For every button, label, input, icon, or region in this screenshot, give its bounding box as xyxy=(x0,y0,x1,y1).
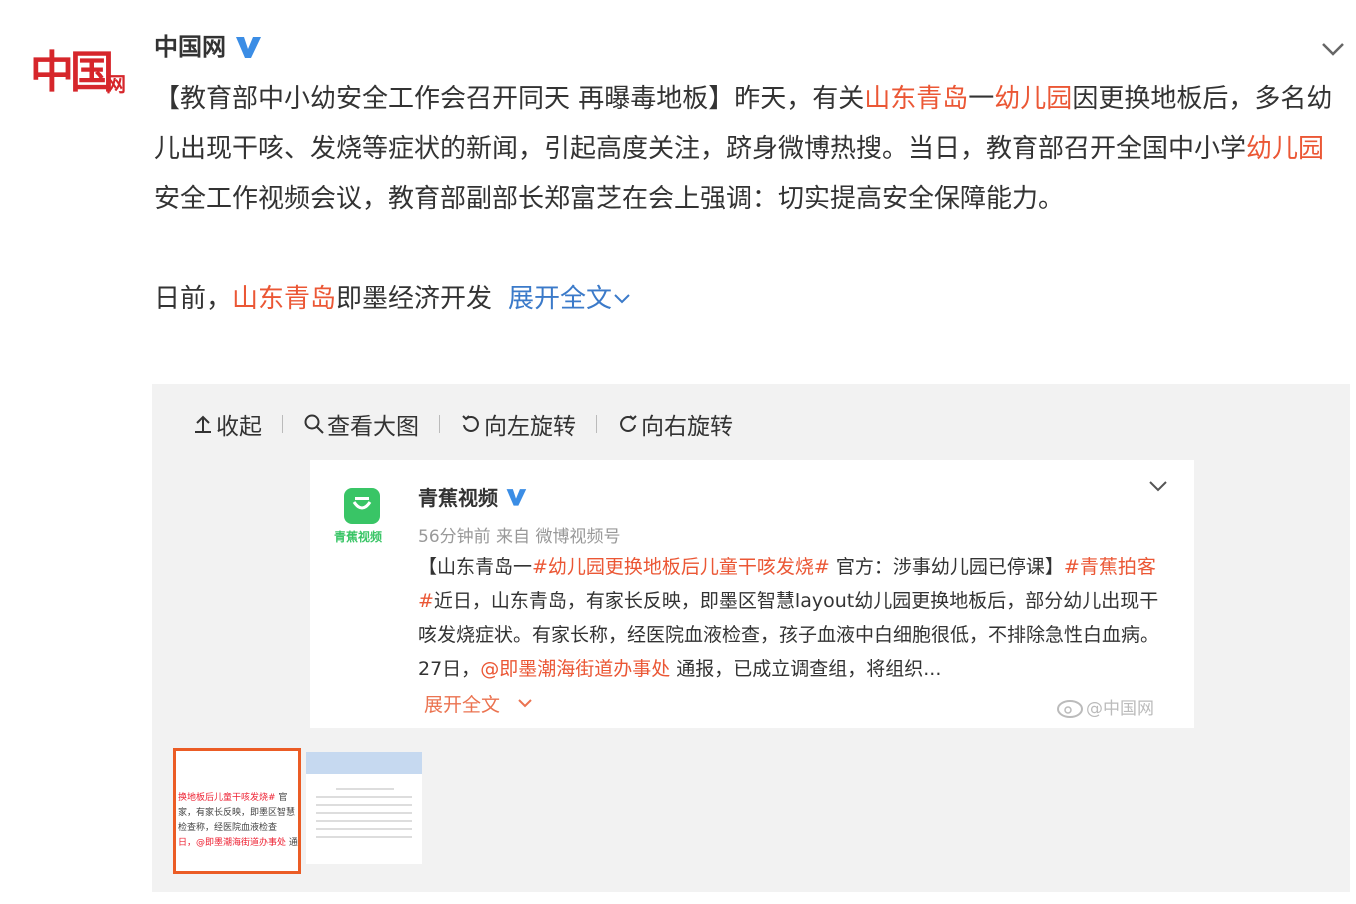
expand-chevron-icon xyxy=(614,294,630,304)
qingjiao-logo-label: 青蕉视频 xyxy=(334,530,383,544)
expand-full-text-link[interactable]: 展开全文 xyxy=(508,284,632,314)
search-icon xyxy=(304,414,324,434)
topic-hashtag[interactable]: #幼儿园更换地板后儿童干咳发烧# xyxy=(532,556,830,578)
thumbnail-2[interactable] xyxy=(306,752,422,864)
toolbar-divider xyxy=(596,415,597,433)
post-paragraph-1: 【教育部中小幼安全工作会召开同天 再曝毒地板】昨天，有关山东青岛一幼儿园因更换地… xyxy=(154,84,1333,214)
post-author[interactable]: 中国网 xyxy=(154,30,262,64)
qingjiao-logo-icon xyxy=(352,497,372,510)
rotate-left-button[interactable]: 向左旋转 xyxy=(460,407,576,441)
watermark: @中国网 xyxy=(1056,694,1154,719)
thumb-text-line: 检查称，经医院血液检查 xyxy=(178,823,278,833)
embedded-weibo-card[interactable]: 青蕉视频 青蕉视频 56分钟前 来自 微博视频号 【山东青岛一#幼儿园更换地板后… xyxy=(310,460,1194,728)
highlight-shandong-qingdao[interactable]: 山东青岛 xyxy=(864,84,968,114)
rotate-right-icon xyxy=(620,415,637,432)
embedded-expand-link[interactable]: 展开全文 xyxy=(424,690,536,717)
chevron-down-icon[interactable] xyxy=(1318,34,1348,64)
weibo-icon xyxy=(1057,699,1083,718)
chevron-down-icon[interactable] xyxy=(1146,474,1170,498)
embedded-account-name[interactable]: 青蕉视频 xyxy=(418,482,528,511)
highlight-shandong-qingdao-2[interactable]: 山东青岛 xyxy=(232,284,336,314)
thumb-header-bar xyxy=(306,752,422,774)
highlight-kindergarten[interactable]: 幼儿园 xyxy=(994,84,1072,114)
toolbar-divider xyxy=(282,415,283,433)
rotate-right-button[interactable]: 向右旋转 xyxy=(617,407,733,441)
gallery-toolbar: 收起 查看大图 向左旋转 向右旋转 xyxy=(192,406,733,442)
qingjiao-logo xyxy=(344,488,380,524)
thumbnail-1-selected[interactable]: 换地板后儿童干咳发烧# 官 家，有家长反映，即墨区智慧 检查称，经医院血液检查 … xyxy=(173,748,301,874)
expand-chevron-icon xyxy=(518,698,532,707)
collapse-button[interactable]: 收起 xyxy=(192,407,262,441)
rotate-left-icon xyxy=(462,415,479,432)
logo-main-text: 中国 xyxy=(30,47,114,98)
post-paragraph-2: 日前，山东青岛即墨经济开发 展开全文 xyxy=(154,274,1344,324)
toolbar-divider xyxy=(439,415,440,433)
author-name[interactable]: 中国网 xyxy=(154,30,226,64)
verified-v-icon xyxy=(236,37,261,58)
thumb-text-line: 日，@即墨潮海街道办事处 通 xyxy=(178,838,298,848)
highlight-kindergarten-2[interactable]: 幼儿园 xyxy=(1246,134,1324,164)
collapse-up-icon xyxy=(195,415,211,433)
embedded-post-text: 【山东青岛一#幼儿园更换地板后儿童干咳发烧# 官方：涉事幼儿园已停课】#青蕉拍客… xyxy=(418,556,1160,680)
embedded-meta: 56分钟前 来自 微博视频号 xyxy=(418,527,621,547)
thumb-text-line: 家，有家长反映，即墨区智慧 xyxy=(178,808,296,818)
logo-sub-text: 网 xyxy=(106,72,126,96)
verified-v-icon xyxy=(506,488,527,506)
view-large-button[interactable]: 查看大图 xyxy=(303,407,419,441)
mention-link[interactable]: @即墨潮海街道办事处 xyxy=(480,658,670,680)
thumb-text-line: 换地板后儿童干咳发烧# 官 xyxy=(178,793,288,803)
post-body: 【教育部中小幼安全工作会召开同天 再曝毒地板】昨天，有关山东青岛一幼儿园因更换地… xyxy=(154,74,1344,324)
zhongguowang-logo[interactable]: 中国 网 xyxy=(30,44,140,106)
image-gallery: 收起 查看大图 向左旋转 向右旋转 青蕉视频 青蕉视频 56分钟前 来自 微博视… xyxy=(152,384,1350,892)
